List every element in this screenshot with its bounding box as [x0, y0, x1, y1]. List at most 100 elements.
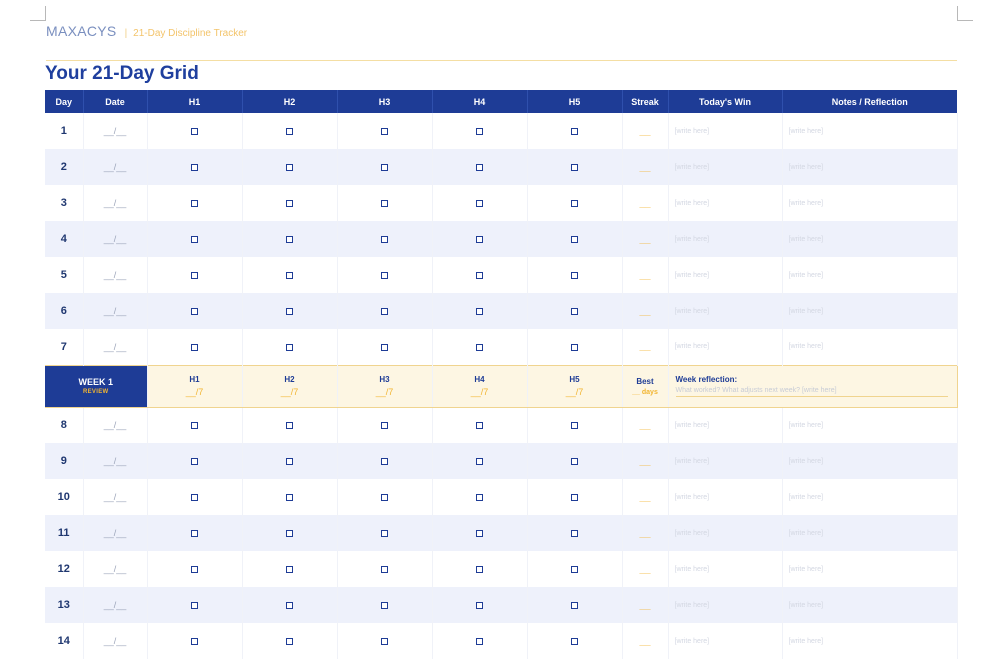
- habit-checkbox[interactable]: [286, 200, 293, 208]
- todays-win-field[interactable]: [write here]: [668, 623, 783, 659]
- habit-checkbox[interactable]: [191, 422, 198, 430]
- habit-checkbox[interactable]: [476, 638, 483, 646]
- habit-checkbox[interactable]: [381, 494, 388, 502]
- habit-checkbox[interactable]: [476, 343, 483, 351]
- habit-checkbox[interactable]: [476, 422, 483, 430]
- notes-field[interactable]: [write here]: [782, 293, 958, 329]
- habit-checkbox[interactable]: [571, 566, 578, 574]
- todays-win-field[interactable]: [write here]: [668, 407, 783, 443]
- date-field[interactable]: __/__: [83, 113, 148, 149]
- date-field[interactable]: __/__: [83, 587, 148, 623]
- habit-checkbox[interactable]: [381, 343, 388, 351]
- habit-checkbox[interactable]: [286, 272, 293, 280]
- todays-win-field[interactable]: [write here]: [668, 515, 783, 551]
- habit-checkbox[interactable]: [286, 164, 293, 172]
- habit-checkbox[interactable]: [191, 566, 198, 574]
- habit-checkbox[interactable]: [381, 272, 388, 280]
- date-field[interactable]: __/__: [83, 515, 148, 551]
- habit-checkbox[interactable]: [191, 638, 198, 646]
- habit-checkbox[interactable]: [381, 566, 388, 574]
- todays-win-field[interactable]: [write here]: [668, 221, 783, 257]
- notes-field[interactable]: [write here]: [782, 329, 958, 365]
- habit-checkbox[interactable]: [381, 530, 388, 538]
- date-field[interactable]: __/__: [83, 551, 148, 587]
- notes-field[interactable]: [write here]: [782, 257, 958, 293]
- habit-checkbox[interactable]: [191, 343, 198, 351]
- streak-cell[interactable]: __: [622, 149, 669, 185]
- habit-checkbox[interactable]: [286, 308, 293, 316]
- streak-cell[interactable]: __: [622, 113, 669, 149]
- review-habit-cell[interactable]: H1 __/7: [147, 364, 243, 408]
- todays-win-field[interactable]: [write here]: [668, 149, 783, 185]
- review-best-streak[interactable]: Best __ days: [622, 364, 669, 408]
- todays-win-field[interactable]: [write here]: [668, 551, 783, 587]
- habit-checkbox[interactable]: [571, 494, 578, 502]
- habit-checkbox[interactable]: [571, 236, 578, 244]
- date-field[interactable]: __/__: [83, 329, 148, 365]
- todays-win-field[interactable]: [write here]: [668, 257, 783, 293]
- date-field[interactable]: __/__: [83, 257, 148, 293]
- habit-checkbox[interactable]: [381, 164, 388, 172]
- habit-checkbox[interactable]: [571, 602, 578, 610]
- notes-field[interactable]: [write here]: [782, 113, 958, 149]
- week-reflection-cell[interactable]: Week reflection: What worked? What adjus…: [668, 364, 958, 408]
- habit-checkbox[interactable]: [571, 164, 578, 172]
- review-habit-cell[interactable]: H3 __/7: [337, 364, 433, 408]
- todays-win-field[interactable]: [write here]: [668, 443, 783, 479]
- habit-checkbox[interactable]: [381, 638, 388, 646]
- todays-win-field[interactable]: [write here]: [668, 587, 783, 623]
- habit-checkbox[interactable]: [476, 128, 483, 136]
- habit-checkbox[interactable]: [191, 494, 198, 502]
- date-field[interactable]: __/__: [83, 443, 148, 479]
- habit-checkbox[interactable]: [191, 128, 198, 136]
- streak-cell[interactable]: __: [622, 515, 669, 551]
- habit-checkbox[interactable]: [286, 422, 293, 430]
- notes-field[interactable]: [write here]: [782, 149, 958, 185]
- todays-win-field[interactable]: [write here]: [668, 479, 783, 515]
- habit-checkbox[interactable]: [571, 530, 578, 538]
- habit-checkbox[interactable]: [191, 272, 198, 280]
- notes-field[interactable]: [write here]: [782, 443, 958, 479]
- review-habit-cell[interactable]: H4 __/7: [432, 364, 528, 408]
- habit-checkbox[interactable]: [381, 308, 388, 316]
- habit-checkbox[interactable]: [381, 458, 388, 466]
- habit-checkbox[interactable]: [476, 530, 483, 538]
- habit-checkbox[interactable]: [191, 602, 198, 610]
- habit-checkbox[interactable]: [191, 164, 198, 172]
- habit-checkbox[interactable]: [191, 458, 198, 466]
- habit-checkbox[interactable]: [286, 566, 293, 574]
- date-field[interactable]: __/__: [83, 623, 148, 659]
- streak-cell[interactable]: __: [622, 443, 669, 479]
- notes-field[interactable]: [write here]: [782, 407, 958, 443]
- habit-checkbox[interactable]: [286, 638, 293, 646]
- habit-checkbox[interactable]: [571, 638, 578, 646]
- date-field[interactable]: __/__: [83, 149, 148, 185]
- notes-field[interactable]: [write here]: [782, 587, 958, 623]
- habit-checkbox[interactable]: [286, 128, 293, 136]
- habit-checkbox[interactable]: [476, 602, 483, 610]
- habit-checkbox[interactable]: [571, 458, 578, 466]
- habit-checkbox[interactable]: [191, 308, 198, 316]
- notes-field[interactable]: [write here]: [782, 479, 958, 515]
- streak-cell[interactable]: __: [622, 185, 669, 221]
- habit-checkbox[interactable]: [571, 128, 578, 136]
- streak-cell[interactable]: __: [622, 623, 669, 659]
- habit-checkbox[interactable]: [381, 602, 388, 610]
- streak-cell[interactable]: __: [622, 479, 669, 515]
- habit-checkbox[interactable]: [571, 272, 578, 280]
- notes-field[interactable]: [write here]: [782, 623, 958, 659]
- streak-cell[interactable]: __: [622, 293, 669, 329]
- habit-checkbox[interactable]: [476, 566, 483, 574]
- todays-win-field[interactable]: [write here]: [668, 293, 783, 329]
- notes-field[interactable]: [write here]: [782, 185, 958, 221]
- review-habit-cell[interactable]: H2 __/7: [242, 364, 338, 408]
- habit-checkbox[interactable]: [381, 128, 388, 136]
- habit-checkbox[interactable]: [381, 200, 388, 208]
- habit-checkbox[interactable]: [476, 308, 483, 316]
- date-field[interactable]: __/__: [83, 407, 148, 443]
- habit-checkbox[interactable]: [476, 458, 483, 466]
- habit-checkbox[interactable]: [381, 236, 388, 244]
- habit-checkbox[interactable]: [191, 236, 198, 244]
- habit-checkbox[interactable]: [571, 200, 578, 208]
- todays-win-field[interactable]: [write here]: [668, 185, 783, 221]
